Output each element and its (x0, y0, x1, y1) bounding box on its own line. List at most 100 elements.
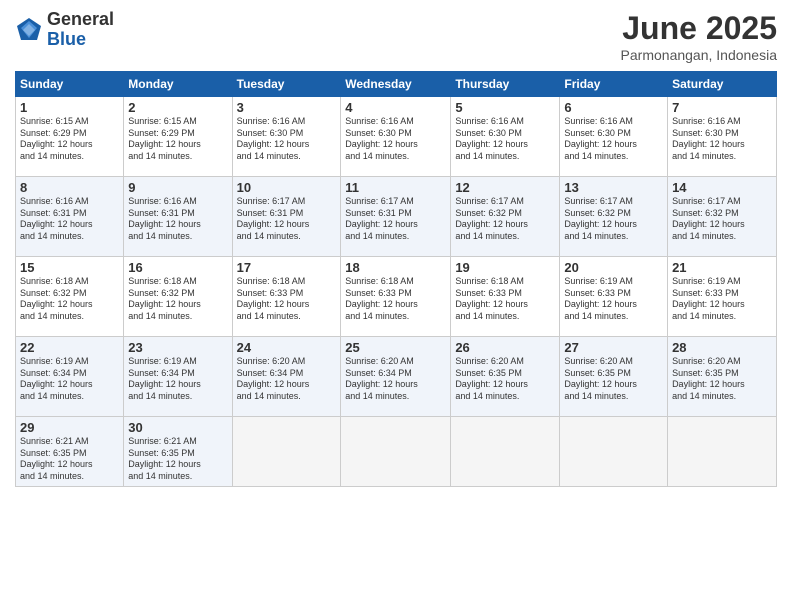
title-block: June 2025 Parmonangan, Indonesia (621, 10, 777, 63)
day-number: 13 (564, 180, 663, 195)
calendar-cell (451, 417, 560, 487)
day-number: 4 (345, 100, 446, 115)
day-number: 14 (672, 180, 772, 195)
page: General Blue June 2025 Parmonangan, Indo… (0, 0, 792, 612)
day-info: Sunrise: 6:19 AMSunset: 6:34 PMDaylight:… (128, 356, 227, 403)
calendar-cell: 2Sunrise: 6:15 AMSunset: 6:29 PMDaylight… (124, 97, 232, 177)
calendar-cell: 12Sunrise: 6:17 AMSunset: 6:32 PMDayligh… (451, 177, 560, 257)
calendar-cell: 7Sunrise: 6:16 AMSunset: 6:30 PMDaylight… (668, 97, 777, 177)
day-info: Sunrise: 6:19 AMSunset: 6:33 PMDaylight:… (672, 276, 772, 323)
calendar-cell: 8Sunrise: 6:16 AMSunset: 6:31 PMDaylight… (16, 177, 124, 257)
calendar-cell: 18Sunrise: 6:18 AMSunset: 6:33 PMDayligh… (341, 257, 451, 337)
day-number: 17 (237, 260, 337, 275)
day-info: Sunrise: 6:18 AMSunset: 6:33 PMDaylight:… (345, 276, 446, 323)
day-info: Sunrise: 6:15 AMSunset: 6:29 PMDaylight:… (128, 116, 227, 163)
day-info: Sunrise: 6:18 AMSunset: 6:33 PMDaylight:… (237, 276, 337, 323)
calendar-week-row: 15Sunrise: 6:18 AMSunset: 6:32 PMDayligh… (16, 257, 777, 337)
calendar-cell: 16Sunrise: 6:18 AMSunset: 6:32 PMDayligh… (124, 257, 232, 337)
day-number: 21 (672, 260, 772, 275)
day-info: Sunrise: 6:16 AMSunset: 6:30 PMDaylight:… (237, 116, 337, 163)
day-info: Sunrise: 6:20 AMSunset: 6:35 PMDaylight:… (455, 356, 555, 403)
day-number: 6 (564, 100, 663, 115)
calendar-week-row: 1 Sunrise: 6:15 AMSunset: 6:29 PMDaylight… (16, 97, 777, 177)
calendar-cell: 17Sunrise: 6:18 AMSunset: 6:33 PMDayligh… (232, 257, 341, 337)
month-title: June 2025 (621, 10, 777, 47)
day-info: Sunrise: 6:20 AMSunset: 6:34 PMDaylight:… (345, 356, 446, 403)
day-number: 5 (455, 100, 555, 115)
calendar-cell: 22Sunrise: 6:19 AMSunset: 6:34 PMDayligh… (16, 337, 124, 417)
logo-blue: Blue (47, 30, 114, 50)
calendar-cell: 21Sunrise: 6:19 AMSunset: 6:33 PMDayligh… (668, 257, 777, 337)
day-info: Sunrise: 6:18 AMSunset: 6:32 PMDaylight:… (20, 276, 119, 323)
calendar-cell: 14Sunrise: 6:17 AMSunset: 6:32 PMDayligh… (668, 177, 777, 257)
day-info: Sunrise: 6:21 AMSunset: 6:35 PMDaylight:… (20, 436, 119, 483)
calendar-table: Sunday Monday Tuesday Wednesday Thursday… (15, 71, 777, 487)
day-number: 2 (128, 100, 227, 115)
calendar-week-row: 22Sunrise: 6:19 AMSunset: 6:34 PMDayligh… (16, 337, 777, 417)
calendar-cell: 6Sunrise: 6:16 AMSunset: 6:30 PMDaylight… (560, 97, 668, 177)
calendar-cell (668, 417, 777, 487)
day-number: 27 (564, 340, 663, 355)
logo-text: General Blue (47, 10, 114, 50)
calendar-cell (232, 417, 341, 487)
calendar-cell (560, 417, 668, 487)
day-number: 1 (20, 100, 119, 115)
day-number: 24 (237, 340, 337, 355)
calendar-header-row: Sunday Monday Tuesday Wednesday Thursday… (16, 72, 777, 97)
day-info: Sunrise: 6:18 AMSunset: 6:33 PMDaylight:… (455, 276, 555, 323)
header-wednesday: Wednesday (341, 72, 451, 97)
day-info: Sunrise: 6:16 AMSunset: 6:31 PMDaylight:… (20, 196, 119, 243)
calendar-cell: 4Sunrise: 6:16 AMSunset: 6:30 PMDaylight… (341, 97, 451, 177)
day-info: Sunrise: 6:16 AMSunset: 6:30 PMDaylight:… (455, 116, 555, 163)
header-monday: Monday (124, 72, 232, 97)
calendar-cell: 27Sunrise: 6:20 AMSunset: 6:35 PMDayligh… (560, 337, 668, 417)
day-info: Sunrise: 6:17 AMSunset: 6:31 PMDaylight:… (237, 196, 337, 243)
header-tuesday: Tuesday (232, 72, 341, 97)
calendar-week-row: 8Sunrise: 6:16 AMSunset: 6:31 PMDaylight… (16, 177, 777, 257)
day-info: Sunrise: 6:19 AMSunset: 6:34 PMDaylight:… (20, 356, 119, 403)
day-number: 28 (672, 340, 772, 355)
calendar-cell: 11Sunrise: 6:17 AMSunset: 6:31 PMDayligh… (341, 177, 451, 257)
calendar-cell: 9Sunrise: 6:16 AMSunset: 6:31 PMDaylight… (124, 177, 232, 257)
header-thursday: Thursday (451, 72, 560, 97)
day-number: 29 (20, 420, 119, 435)
logo-icon (15, 16, 43, 44)
day-number: 18 (345, 260, 446, 275)
calendar-cell: 3Sunrise: 6:16 AMSunset: 6:30 PMDaylight… (232, 97, 341, 177)
calendar-cell: 10Sunrise: 6:17 AMSunset: 6:31 PMDayligh… (232, 177, 341, 257)
header: General Blue June 2025 Parmonangan, Indo… (15, 10, 777, 63)
day-number: 9 (128, 180, 227, 195)
day-info: Sunrise: 6:20 AMSunset: 6:35 PMDaylight:… (564, 356, 663, 403)
day-info: Sunrise: 6:16 AMSunset: 6:30 PMDaylight:… (345, 116, 446, 163)
calendar-cell: 20Sunrise: 6:19 AMSunset: 6:33 PMDayligh… (560, 257, 668, 337)
day-info: Sunrise: 6:16 AMSunset: 6:31 PMDaylight:… (128, 196, 227, 243)
day-info: Sunrise: 6:20 AMSunset: 6:35 PMDaylight:… (672, 356, 772, 403)
calendar-week-row: 29Sunrise: 6:21 AMSunset: 6:35 PMDayligh… (16, 417, 777, 487)
logo: General Blue (15, 10, 114, 50)
calendar-cell: 15Sunrise: 6:18 AMSunset: 6:32 PMDayligh… (16, 257, 124, 337)
day-info: Sunrise: 6:17 AMSunset: 6:32 PMDaylight:… (672, 196, 772, 243)
day-info: Sunrise: 6:18 AMSunset: 6:32 PMDaylight:… (128, 276, 227, 323)
day-number: 15 (20, 260, 119, 275)
day-number: 12 (455, 180, 555, 195)
day-number: 30 (128, 420, 227, 435)
day-number: 20 (564, 260, 663, 275)
calendar-cell: 13Sunrise: 6:17 AMSunset: 6:32 PMDayligh… (560, 177, 668, 257)
day-info: Sunrise: 6:21 AMSunset: 6:35 PMDaylight:… (128, 436, 227, 483)
location: Parmonangan, Indonesia (621, 47, 777, 63)
calendar-cell: 29Sunrise: 6:21 AMSunset: 6:35 PMDayligh… (16, 417, 124, 487)
header-friday: Friday (560, 72, 668, 97)
day-info: Sunrise: 6:16 AMSunset: 6:30 PMDaylight:… (564, 116, 663, 163)
header-saturday: Saturday (668, 72, 777, 97)
day-info: Sunrise: 6:20 AMSunset: 6:34 PMDaylight:… (237, 356, 337, 403)
calendar-cell: 5Sunrise: 6:16 AMSunset: 6:30 PMDaylight… (451, 97, 560, 177)
calendar-cell (341, 417, 451, 487)
day-number: 19 (455, 260, 555, 275)
calendar-cell: 19Sunrise: 6:18 AMSunset: 6:33 PMDayligh… (451, 257, 560, 337)
day-info: Sunrise: 6:17 AMSunset: 6:32 PMDaylight:… (564, 196, 663, 243)
day-number: 10 (237, 180, 337, 195)
calendar-cell: 28Sunrise: 6:20 AMSunset: 6:35 PMDayligh… (668, 337, 777, 417)
calendar-cell: 1Sunrise: 6:15 AMSunset: 6:29 PMDaylight… (16, 97, 124, 177)
calendar-cell: 25Sunrise: 6:20 AMSunset: 6:34 PMDayligh… (341, 337, 451, 417)
day-number: 3 (237, 100, 337, 115)
